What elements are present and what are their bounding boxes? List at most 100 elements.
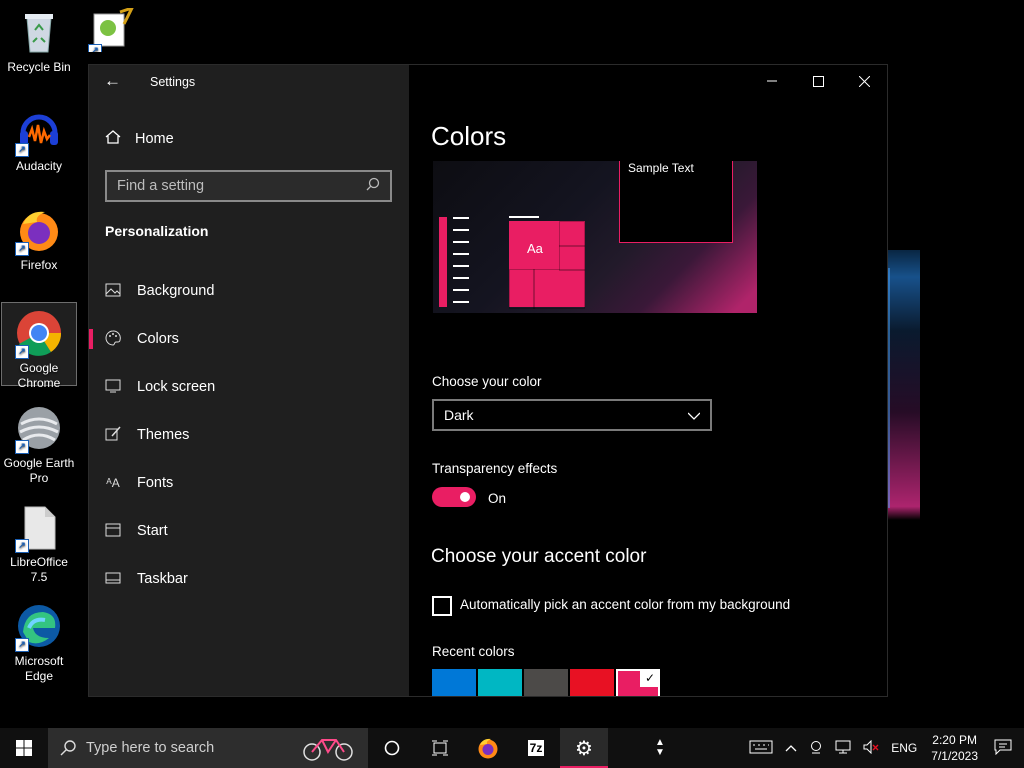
clock[interactable]: 2:20 PM 7/1/2023 [923, 732, 986, 764]
preview-tiles: Aa [509, 221, 585, 309]
taskbar-firefox[interactable] [464, 728, 512, 768]
chrome-icon: ↗ [15, 309, 63, 359]
auto-accent-label: Automatically pick an accent color from … [460, 597, 791, 612]
desktop-icon-microsoft-edge[interactable]: ↗ Microsoft Edge [1, 596, 77, 684]
window-controls [749, 65, 887, 97]
settings-window: ← Settings Home Find a setting Personali… [88, 64, 888, 697]
shortcut-arrow-icon: ↗ [15, 143, 29, 157]
task-view-button[interactable] [416, 728, 464, 768]
search-placeholder: Find a setting [117, 178, 205, 194]
chevron-down-icon: ▼ [655, 747, 665, 758]
color-swatch[interactable] [432, 669, 476, 696]
checkmark-icon: ✓ [640, 669, 660, 687]
nav-home[interactable]: Home [105, 129, 174, 149]
taskbar-settings[interactable]: ⚙ [560, 728, 608, 768]
recent-colors: ✓ [432, 669, 660, 696]
nav-item-background[interactable]: Background [89, 271, 409, 311]
recycle-bin-icon [15, 8, 63, 56]
settings-content: Colors Aa Sample Text Choose your color … [409, 65, 887, 696]
taskbar-icon [105, 571, 121, 587]
taskbar-7zip[interactable]: 7z [512, 728, 560, 768]
window-title: Settings [150, 75, 196, 89]
desktop-icon-notepad[interactable]: ↗ [78, 2, 138, 52]
nav-item-label: Colors [137, 331, 179, 347]
taskbar-search-placeholder: Type here to search [86, 740, 215, 756]
desktop-icon-google-earth-pro[interactable]: ↗ Google Earth Pro [1, 398, 77, 486]
taskbar: Type here to search 7z ⚙ ▲ ▼ ENG 2:20 PM… [0, 728, 1024, 768]
color-swatch[interactable] [478, 669, 522, 696]
keyboard-icon[interactable] [743, 740, 779, 757]
nav-item-start[interactable]: Start [89, 511, 409, 551]
bicycle-icon [302, 734, 354, 766]
desktop-icon-libreoffice[interactable]: ↗ LibreOffice 7.5 [1, 497, 77, 585]
show-hidden-icons-button[interactable] [779, 741, 803, 755]
nav-item-fonts[interactable]: ᴬA Fonts [89, 463, 409, 503]
desktop-icon-label: Firefox [20, 258, 58, 272]
shortcut-arrow-icon: ↗ [15, 345, 29, 359]
gear-icon: ⚙ [575, 737, 593, 760]
close-button[interactable] [841, 65, 887, 97]
section-title: Personalization [105, 223, 209, 239]
transparency-label: Transparency effects [432, 461, 558, 476]
accent-heading: Choose your accent color [431, 546, 647, 567]
settings-sidebar: ← Settings Home Find a setting Personali… [89, 65, 409, 696]
image-icon [105, 283, 121, 300]
home-icon [105, 129, 121, 149]
preview-sample-text: Sample Text [628, 161, 694, 175]
nav-item-label: Start [137, 523, 168, 539]
back-arrow-icon[interactable]: ← [104, 71, 121, 91]
cortana-icon [384, 740, 400, 756]
nav-item-taskbar[interactable]: Taskbar [89, 559, 409, 599]
shortcut-arrow-icon: ↗ [88, 44, 102, 52]
page-title: Colors [431, 121, 507, 151]
choose-color-label: Choose your color [432, 374, 542, 389]
recent-colors-label: Recent colors [432, 644, 515, 659]
color-swatch[interactable] [570, 669, 614, 696]
webcam-icon[interactable] [803, 740, 829, 757]
nav-home-label: Home [135, 131, 174, 147]
start-icon [105, 523, 121, 540]
network-icon[interactable] [829, 740, 857, 757]
find-setting-input[interactable]: Find a setting [105, 170, 392, 202]
nav-item-themes[interactable]: Themes [89, 415, 409, 455]
auto-accent-checkbox[interactable] [432, 596, 452, 616]
notifications-icon[interactable] [986, 739, 1024, 758]
lock-screen-icon [105, 379, 121, 396]
color-swatch-selected[interactable]: ✓ [616, 669, 660, 696]
taskbar-search-box[interactable]: Type here to search [48, 728, 368, 768]
nav-item-label: Themes [137, 427, 190, 443]
nav-item-label: Taskbar [137, 571, 188, 587]
maximize-button[interactable] [795, 65, 841, 97]
desktop-icon-recycle-bin[interactable]: Recycle Bin [1, 2, 77, 75]
nav-item-colors[interactable]: Colors [89, 319, 409, 359]
preview-sample-window: Sample Text [619, 161, 733, 243]
nav-item-label: Fonts [137, 475, 174, 491]
chevron-down-icon [687, 407, 701, 423]
desktop-icon-label: Recycle Bin [7, 60, 71, 74]
audacity-icon: ↗ [15, 107, 63, 157]
palette-icon [105, 329, 121, 349]
desktop-icon-label: Google Earth Pro [3, 456, 75, 485]
transparency-toggle[interactable] [432, 487, 476, 507]
language-indicator[interactable]: ENG [885, 741, 923, 755]
choose-color-dropdown[interactable]: Dark [432, 399, 712, 431]
desktop-icon-label: Audacity [15, 159, 63, 173]
libreoffice-icon: ↗ [15, 503, 63, 553]
minimize-button[interactable] [749, 65, 795, 97]
desktop-icon-google-chrome[interactable]: ↗ Google Chrome [1, 302, 77, 390]
desktop-icon-audacity[interactable]: ↗ Audacity [1, 101, 77, 174]
volume-muted-icon[interactable] [857, 739, 885, 757]
nav-item-lock-screen[interactable]: Lock screen [89, 367, 409, 407]
shortcut-arrow-icon: ↗ [15, 242, 29, 256]
desktop-icon-firefox[interactable]: ↗ Firefox [1, 200, 77, 273]
clock-time: 2:20 PM [932, 733, 977, 747]
windows-logo-icon [16, 740, 32, 756]
preview-tile-text: Aa [527, 241, 543, 256]
taskbar-scroll-button[interactable]: ▲ ▼ [648, 728, 672, 768]
task-view-icon [432, 740, 448, 756]
firefox-icon: ↗ [15, 206, 63, 256]
color-swatch[interactable] [524, 669, 568, 696]
cortana-button[interactable] [368, 728, 416, 768]
shortcut-arrow-icon: ↗ [15, 440, 29, 454]
start-button[interactable] [0, 728, 48, 768]
